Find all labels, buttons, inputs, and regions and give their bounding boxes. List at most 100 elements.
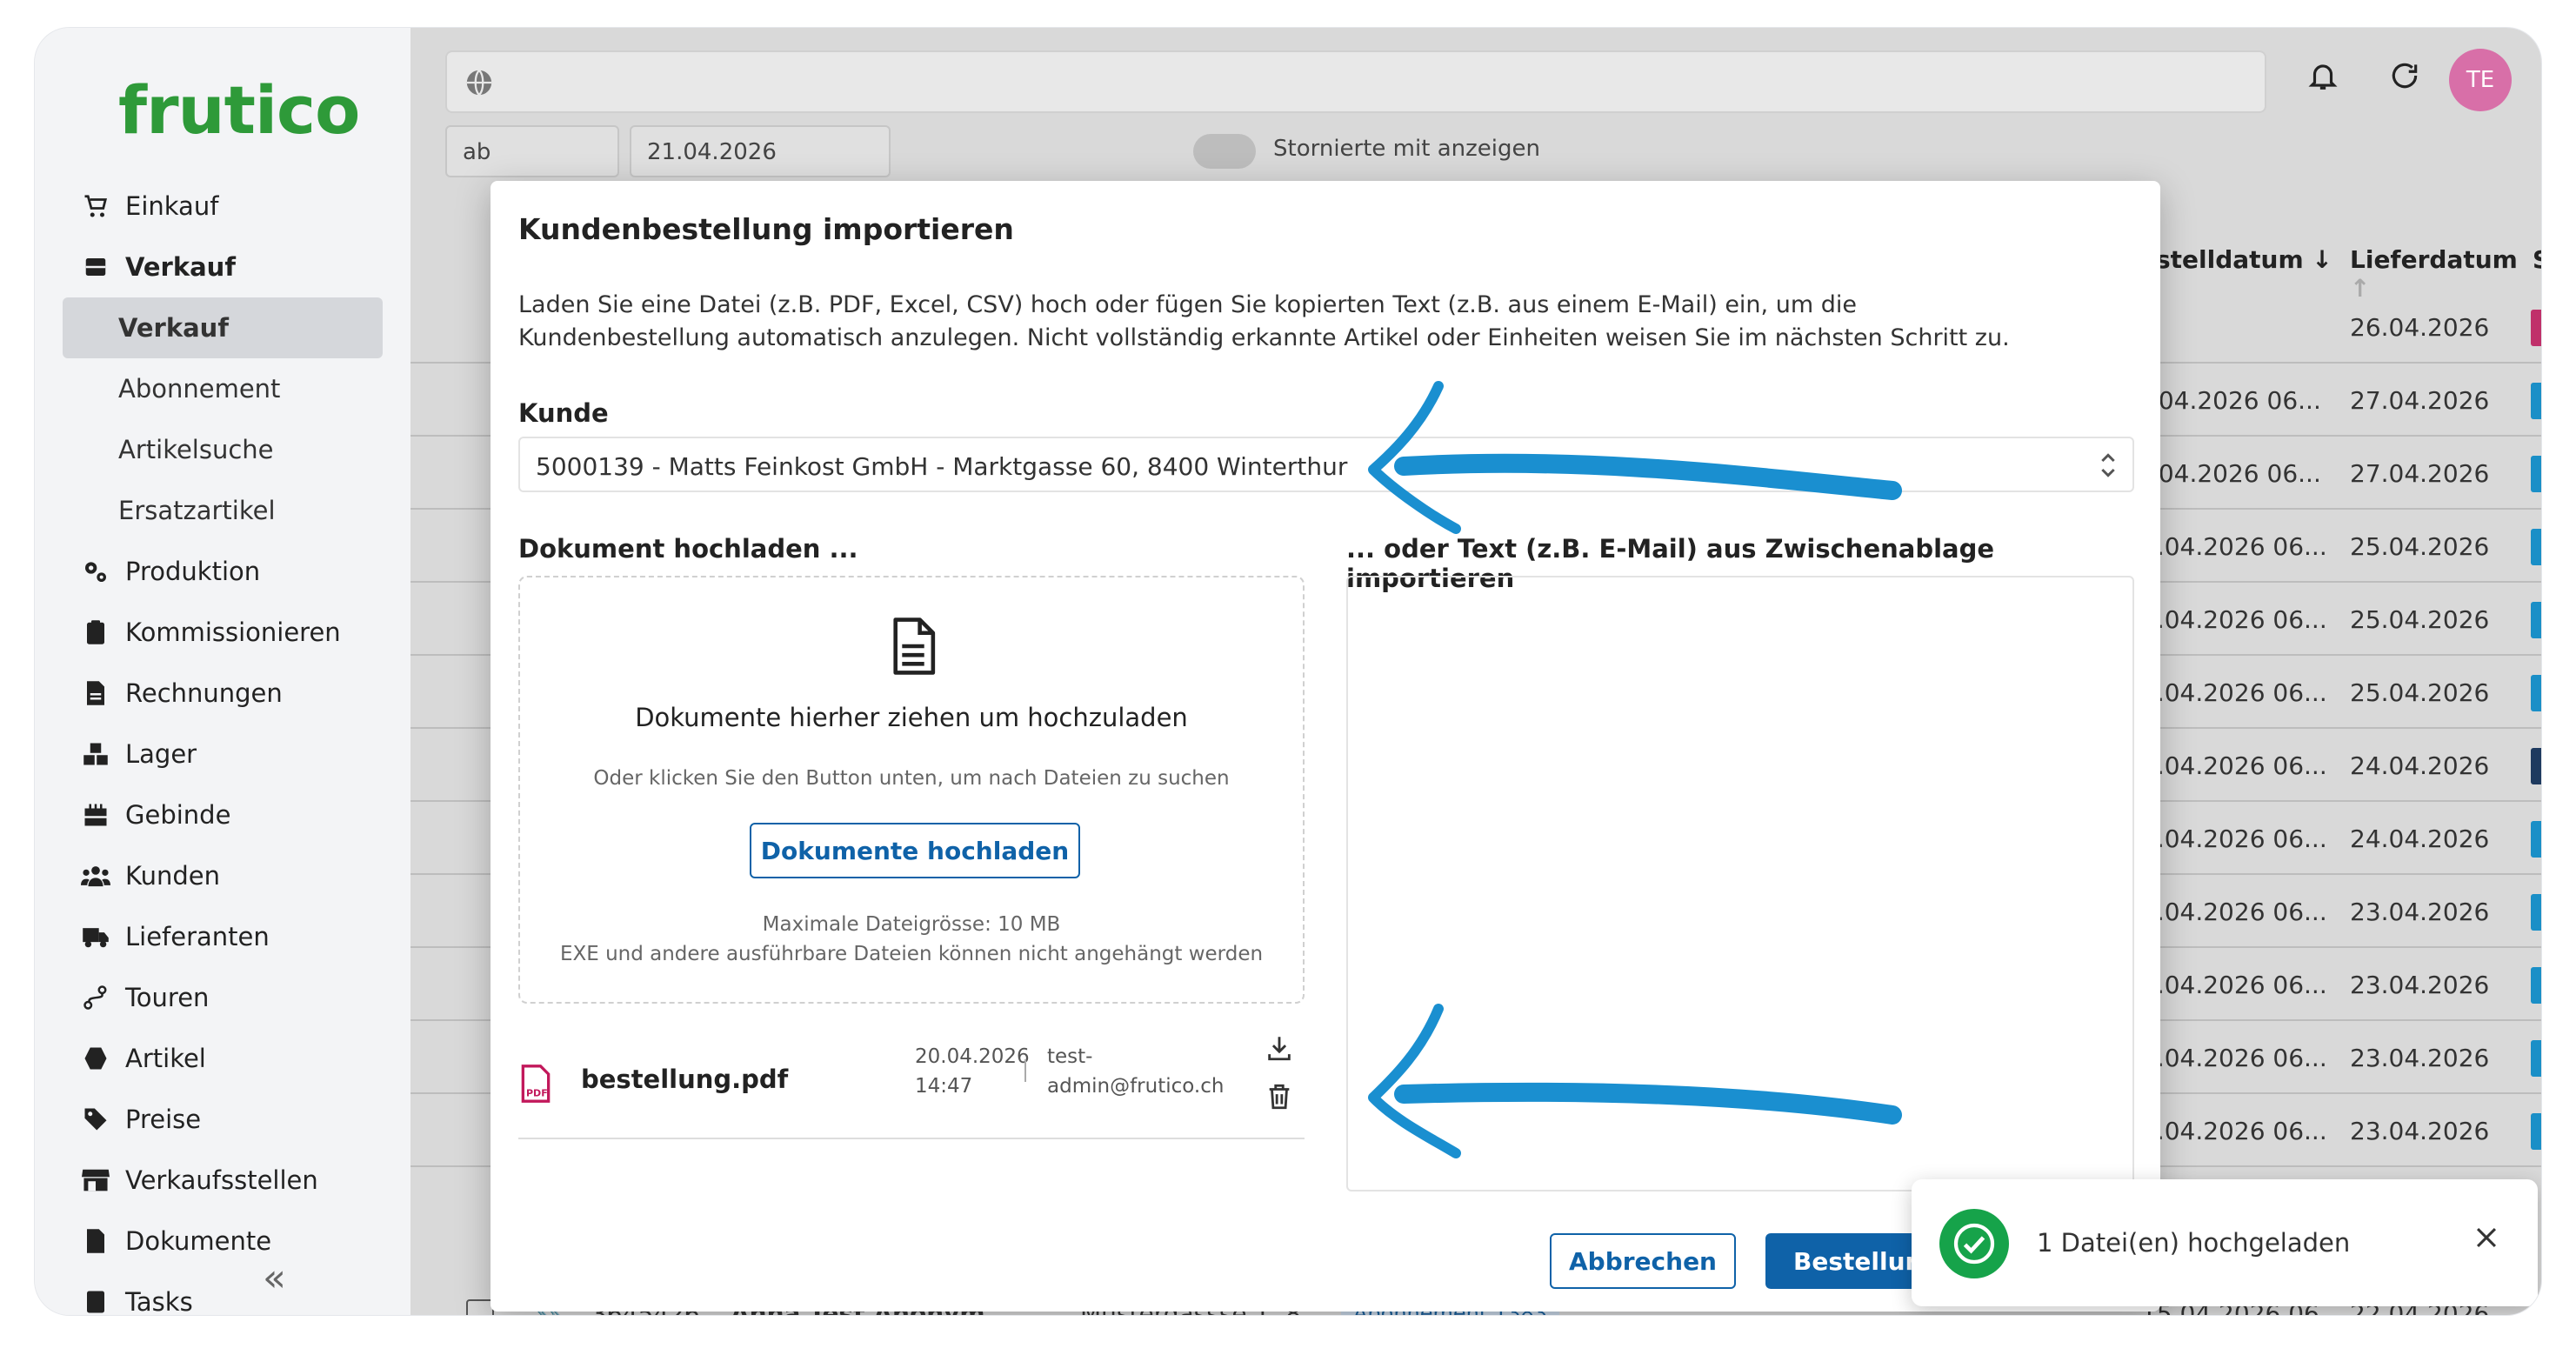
- filter-value: ab: [463, 139, 491, 165]
- sidebar-item-label: Rechnungen: [125, 678, 283, 708]
- sidebar-item-label: Dokumente: [125, 1226, 272, 1256]
- sidebar-subitem-ersatzartikel[interactable]: Ersatzartikel: [35, 480, 410, 541]
- cancelled-toggle-label: Stornierte mit anzeigen: [1273, 136, 1540, 162]
- uploader-line2: admin@frutico.ch: [1047, 1075, 1225, 1098]
- task-icon: [78, 1285, 113, 1315]
- tags-icon: [78, 1102, 113, 1137]
- sidebar-item-label: Kommissionieren: [125, 617, 341, 647]
- row-lieferdatum: 23.04.2026: [2350, 971, 2490, 999]
- sidebar-item-label: Einkauf: [125, 191, 219, 221]
- sidebar-item-label: Verkaufsstellen: [125, 1165, 318, 1195]
- crate-icon: [78, 798, 113, 832]
- sidebar-subitem-verkauf[interactable]: Verkauf: [63, 297, 383, 358]
- row-lieferdatum: 26.04.2026: [2350, 313, 2490, 342]
- sidebar-item-artikel[interactable]: Artikel: [35, 1028, 410, 1089]
- sidebar-item-label: Gebinde: [125, 800, 231, 830]
- row-bestelldatum: ).04.2026 06...: [2141, 459, 2321, 488]
- sidebar-item-label: Touren: [125, 983, 210, 1012]
- sidebar: frutico Einkauf Verkauf Verkauf Abonneme…: [35, 28, 410, 1315]
- status-bar: [2531, 383, 2541, 419]
- row-bestelldatum: ).04.2026 06...: [2141, 386, 2321, 415]
- download-icon[interactable]: [1265, 1033, 1294, 1066]
- sidebar-item-kunden[interactable]: Kunden: [35, 845, 410, 906]
- receipt-icon: [78, 676, 113, 711]
- date-input[interactable]: 21.04.2026: [630, 125, 891, 177]
- clipboard-icon: [78, 615, 113, 650]
- column-label: estelldatum: [2139, 245, 2304, 274]
- row-bestelldatum: 5.04.2026 06...: [2141, 971, 2327, 999]
- sidebar-item-einkauf[interactable]: Einkauf: [35, 176, 410, 237]
- success-toast: 1 Datei(en) hochgeladen: [1912, 1179, 2538, 1306]
- top-icons: [2306, 59, 2421, 96]
- sidebar-item-label: Lieferanten: [125, 922, 270, 951]
- sidebar-item-touren[interactable]: Touren: [35, 967, 410, 1028]
- date-value: 21.04.2026: [647, 139, 777, 165]
- row-lieferdatum: 25.04.2026: [2350, 605, 2490, 634]
- customer-label: Kunde: [518, 398, 609, 428]
- drop-title: Dokumente hierher ziehen um hochzuladen: [635, 703, 1188, 732]
- row-bestelldatum: 3.04.2026 06...: [2141, 678, 2327, 707]
- sidebar-item-verkaufsstellen[interactable]: Verkaufsstellen: [35, 1150, 410, 1211]
- file-icon: [78, 1224, 113, 1258]
- sidebar-item-kommissionieren[interactable]: Kommissionieren: [35, 602, 410, 663]
- file-uploader: test- admin@frutico.ch: [1047, 1042, 1224, 1101]
- clipboard-text-area[interactable]: [1346, 576, 2134, 1191]
- cancel-button[interactable]: Abbrechen: [1550, 1233, 1736, 1289]
- sidebar-subitem-artikelsuche[interactable]: Artikelsuche: [35, 419, 410, 480]
- sidebar-item-produktion[interactable]: Produktion: [35, 541, 410, 602]
- exe-note: EXE und andere ausführbare Dateien könne…: [559, 943, 1264, 965]
- sidebar-item-gebinde[interactable]: Gebinde: [35, 784, 410, 845]
- sidebar-item-lager[interactable]: Lager: [35, 724, 410, 784]
- sidebar-item-lieferanten[interactable]: Lieferanten: [35, 906, 410, 967]
- inbox-icon: [78, 250, 113, 284]
- app-window: frutico Einkauf Verkauf Verkauf Abonneme…: [35, 28, 2541, 1315]
- pdf-file-icon: PDF: [518, 1065, 553, 1106]
- filter-select[interactable]: ab: [445, 125, 619, 177]
- truck-icon: [78, 919, 113, 954]
- file-dropzone[interactable]: Dokumente hierher ziehen um hochzuladen …: [518, 576, 1305, 1004]
- status-bar: [2531, 748, 2541, 784]
- row-lieferdatum: 24.04.2026: [2350, 824, 2490, 853]
- row-bestelldatum: 3.04.2026 06...: [2141, 532, 2327, 561]
- divider: [1024, 1059, 1026, 1082]
- status-bar: [2531, 967, 2541, 1004]
- column-header-status[interactable]: S: [2533, 245, 2541, 274]
- status-bar: [2531, 894, 2541, 931]
- sort-arrow-up-icon: ↑: [2350, 274, 2371, 303]
- row-bestelldatum: 5.04.2026 06...: [2141, 898, 2327, 926]
- sidebar-subitem-abonnement[interactable]: Abonnement: [35, 358, 410, 419]
- file-date-value: 20.04.2026: [915, 1045, 1030, 1068]
- trash-icon[interactable]: [1265, 1082, 1294, 1115]
- customer-select[interactable]: 5000139 - Matts Feinkost GmbH - Marktgas…: [518, 437, 2134, 492]
- toast-message: 1 Datei(en) hochgeladen: [2037, 1228, 2351, 1258]
- sidebar-item-label: Artikel: [125, 1044, 206, 1073]
- sidebar-item-tasks[interactable]: Tasks: [35, 1272, 410, 1315]
- cancelled-toggle[interactable]: [1193, 134, 1256, 169]
- sidebar-item-dokumente[interactable]: Dokumente: [35, 1211, 410, 1272]
- sidebar-item-label: Kunden: [125, 861, 220, 891]
- logo: frutico: [118, 71, 360, 149]
- uploader-line1: test-: [1047, 1045, 1093, 1068]
- status-bar: [2531, 456, 2541, 492]
- status-bar: [2531, 821, 2541, 858]
- search-input[interactable]: [445, 50, 2266, 113]
- sidebar-item-preise[interactable]: Preise: [35, 1089, 410, 1150]
- upload-label: Dokument hochladen ...: [518, 534, 858, 564]
- sidebar-item-rechnungen[interactable]: Rechnungen: [35, 663, 410, 724]
- gears-icon: [78, 554, 113, 589]
- users-icon: [78, 858, 113, 893]
- sidebar-item-verkauf[interactable]: Verkauf: [35, 237, 410, 297]
- upload-limits: Maximale Dateigrösse: 10 MB EXE und ande…: [520, 910, 1303, 969]
- column-header-lieferdatum[interactable]: Lieferdatum ↑: [2350, 245, 2541, 303]
- customer-value: 5000139 - Matts Feinkost GmbH - Marktgas…: [536, 452, 1348, 481]
- bell-icon[interactable]: [2306, 59, 2339, 96]
- upload-documents-button[interactable]: Dokumente hochladen: [750, 823, 1080, 878]
- collapse-sidebar-button[interactable]: «: [263, 1256, 286, 1300]
- row-bestelldatum: 7.04.2026 06...: [2141, 824, 2327, 853]
- refresh-icon[interactable]: [2388, 59, 2421, 96]
- sidebar-item-label: Preise: [125, 1105, 202, 1134]
- avatar[interactable]: TE: [2449, 49, 2512, 111]
- file-name[interactable]: bestellung.pdf: [581, 1065, 788, 1094]
- column-header-bestelldatum[interactable]: estelldatum ↓: [2139, 245, 2332, 274]
- close-icon[interactable]: [2472, 1223, 2501, 1260]
